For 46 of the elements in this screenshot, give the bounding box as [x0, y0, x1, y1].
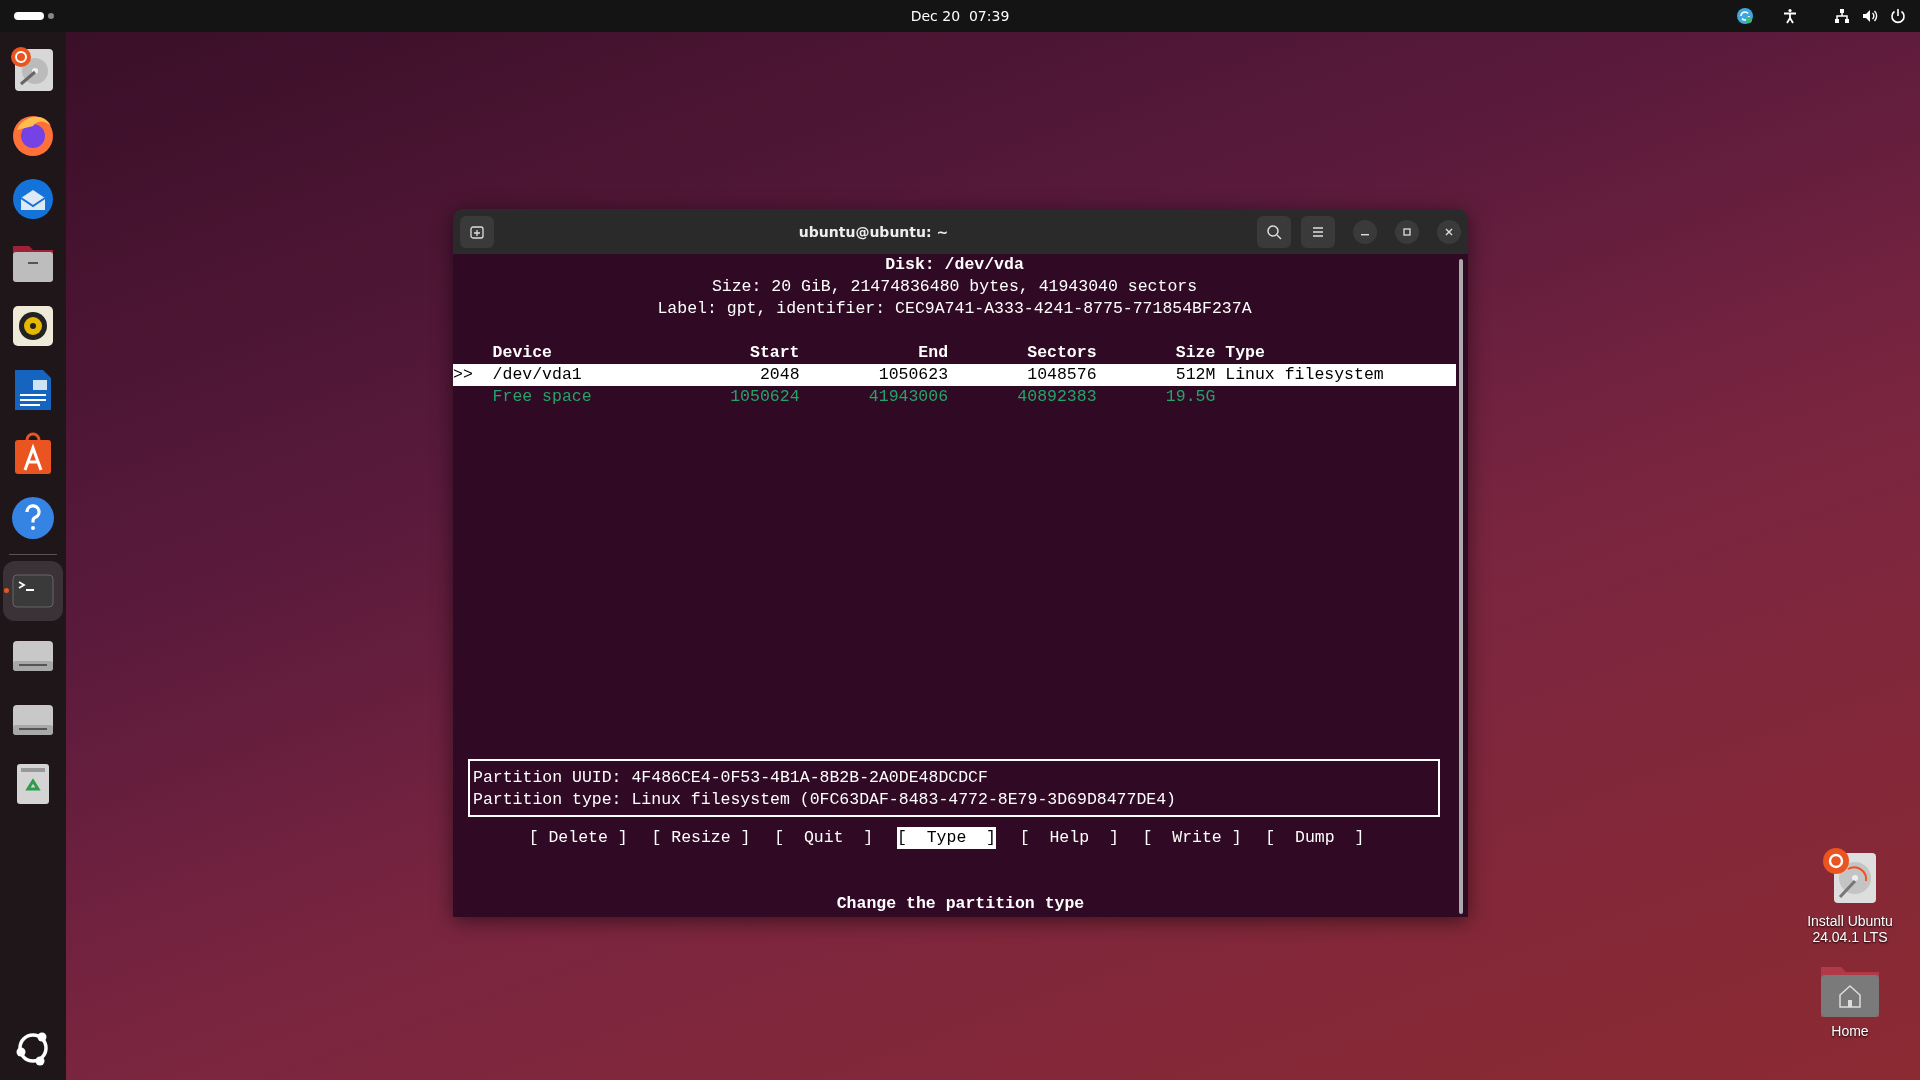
- hint-text: Change the partition type: [835, 893, 1086, 915]
- menu-option[interactable]: [ Delete ]: [528, 827, 628, 849]
- window-title: ubuntu@ubuntu: ~: [797, 223, 950, 240]
- menu-option[interactable]: [ Quit ]: [774, 827, 874, 849]
- disk-heading: Disk: /dev/vda: [884, 254, 1025, 276]
- network-icon[interactable]: [1834, 8, 1850, 24]
- new-tab-button[interactable]: [460, 215, 494, 248]
- help-icon: [9, 494, 57, 542]
- clock[interactable]: Dec 20 07:39: [910, 8, 1010, 24]
- column-header: End: [917, 342, 949, 364]
- partition-info-text: Partition type: Linux filesystem (0FC63DAF-8483-4772-8E79-3D69D8477DE4): [473, 789, 1177, 811]
- update-icon[interactable]: [1736, 7, 1754, 25]
- close-icon: [1444, 226, 1454, 237]
- home-folder-icon[interactable]: [1821, 965, 1879, 1017]
- menu-option[interactable]: [ Write ]: [1142, 827, 1242, 849]
- disk-label-text: Label: gpt, identifier: CEC9A741-A333-4241-8775-771854BF237A: [656, 298, 1253, 320]
- maximize-button[interactable]: [1395, 219, 1419, 244]
- column-header: Sectors: [1026, 342, 1097, 364]
- column-header: Device: [492, 342, 553, 364]
- minimize-button[interactable]: [1353, 219, 1377, 244]
- selected-row[interactable]: >> /dev/vda1 2048 1050623 1048576 512M Linux filesystem: [453, 364, 1456, 386]
- menu-option[interactable]: [ Resize ]: [651, 827, 751, 849]
- close-button[interactable]: [1437, 219, 1461, 244]
- add-tab-icon: [470, 224, 484, 239]
- menu-icon: [1311, 225, 1325, 238]
- accessibility-icon[interactable]: [1782, 8, 1798, 24]
- partition-info-text: Partition UUID: 4F486CE4-0F53-4B1A-8B2B-2A0DE48DCDCF: [473, 767, 989, 789]
- workspace-indicator-icon[interactable]: [14, 11, 54, 21]
- desktop-icon-label[interactable]: Home: [1800, 1023, 1900, 1039]
- desktop-icon-label[interactable]: Install Ubuntu 24.04.1 LTS: [1800, 913, 1900, 945]
- search-icon: [1266, 223, 1282, 240]
- menu-button[interactable]: [1301, 215, 1335, 248]
- menu-option[interactable]: [ Dump ]: [1265, 827, 1365, 849]
- power-icon[interactable]: [1890, 8, 1906, 24]
- menu-option[interactable]: [ Type ]: [897, 827, 996, 849]
- minimize-icon: [1361, 233, 1369, 236]
- maximize-icon: [1402, 226, 1412, 237]
- menu-option[interactable]: [ Help ]: [1019, 827, 1119, 849]
- column-header: Type: [1225, 342, 1265, 364]
- partition-row[interactable]: Free space 1050624 41943006 40892383 19.5G: [453, 386, 1456, 408]
- scrollbar[interactable]: [1459, 259, 1463, 914]
- column-header: Start: [749, 342, 800, 364]
- volume-icon[interactable]: [1862, 8, 1878, 24]
- column-header: Size: [1174, 342, 1216, 364]
- search-button[interactable]: [1257, 215, 1291, 248]
- disk-size-text: Size: 20 GiB, 21474836480 bytes, 41943040 sectors: [710, 276, 1199, 298]
